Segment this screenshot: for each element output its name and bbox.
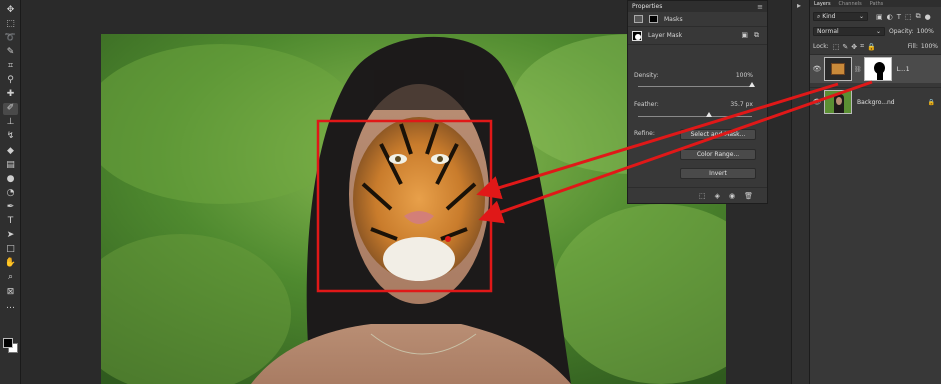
layers-panel: Layers Channels Paths ⌕ Kind ⌄ ▣ ◐ T ⬚ ⧉… <box>810 0 941 384</box>
density-label: Density: <box>634 72 659 79</box>
layers-tabs: Layers Channels Paths <box>810 0 941 7</box>
history-brush-icon[interactable]: ↯ <box>3 131 18 143</box>
fill-label: Fill: <box>907 43 918 50</box>
masks-label: Masks <box>664 15 683 23</box>
healing-brush-icon[interactable]: ✚ <box>3 89 18 101</box>
quick-select-tool-icon[interactable]: ✎ <box>3 46 18 58</box>
density-slider-knob[interactable] <box>749 82 755 87</box>
add-vector-mask-icon[interactable]: ⧉ <box>754 31 759 40</box>
move-tool-icon[interactable]: ✥ <box>3 4 18 16</box>
refine-label: Refine: <box>634 130 655 137</box>
select-pixel-mask-icon[interactable]: ▣ <box>741 31 748 40</box>
edit-toolbar-icon[interactable]: ⊠ <box>3 286 18 298</box>
color-range-button[interactable]: Color Range... <box>680 149 756 160</box>
opacity-value[interactable]: 100% <box>917 28 934 35</box>
lock-image-icon[interactable]: ✎ <box>842 43 848 51</box>
pen-tool-icon[interactable]: ✒ <box>3 201 18 213</box>
filter-shape-icon[interactable]: ⬚ <box>905 13 912 21</box>
feather-slider-track[interactable] <box>638 116 752 117</box>
panel-dock-strip: ▸ <box>791 0 810 384</box>
layer-mask-label: Layer Mask <box>648 32 683 39</box>
properties-panel: Properties ≡ Masks Layer Mask ▣ ⧉ Densit… <box>627 0 768 204</box>
gradient-tool-icon[interactable]: ▤ <box>3 159 18 171</box>
collapse-panels-icon[interactable]: ▸ <box>797 1 801 10</box>
zoom-tool-icon[interactable]: ⌕ <box>3 272 18 284</box>
layer-mask-thumbnail[interactable] <box>863 57 892 81</box>
apply-mask-icon[interactable]: ◈ <box>715 192 720 200</box>
lock-transparent-icon[interactable]: ⬚ <box>833 43 840 51</box>
chevron-down-icon: ⌄ <box>858 13 864 20</box>
tab-layers[interactable]: Layers <box>814 1 831 7</box>
properties-tabbar: Properties ≡ <box>628 1 767 12</box>
eraser-tool-icon[interactable]: ◆ <box>3 145 18 157</box>
properties-footer: ⬚ ◈ ◉ 🗑 <box>628 187 767 203</box>
layer-thumbnail-tiger <box>824 57 852 81</box>
layer-name[interactable]: L...1 <box>897 66 910 73</box>
photoshop-window: ✥ ⬚ ➰ ✎ ⌗ ⚲ ✚ ✐ ⊥ ↯ ◆ ▤ ● ◔ ✒ T ➤ □ ✋ ⌕ ⊠ … <box>0 0 941 384</box>
feather-slider-knob[interactable] <box>705 112 712 117</box>
dodge-tool-icon[interactable]: ◔ <box>3 187 18 199</box>
lock-row: Lock: ⬚ ✎ ✥ ⌗ 🔒 Fill: 100% <box>810 42 941 51</box>
lasso-tool-icon[interactable]: ➰ <box>3 32 18 44</box>
mask-link-icon[interactable]: ⛓ <box>854 66 862 73</box>
density-value[interactable]: 100% <box>736 72 753 79</box>
eyedropper-tool-icon[interactable]: ⚲ <box>3 75 18 87</box>
filter-row: ⌕ Kind ⌄ ▣ ◐ T ⬚ ⧉ ● <box>810 12 941 21</box>
filter-smart-icon[interactable]: ⧉ <box>916 12 921 21</box>
tab-paths[interactable]: Paths <box>870 1 884 7</box>
more-tools-icon[interactable]: … <box>3 300 18 312</box>
tab-channels[interactable]: Channels <box>839 1 862 7</box>
load-selection-icon[interactable]: ⬚ <box>699 192 706 200</box>
chevron-down-icon: ⌄ <box>875 28 881 35</box>
layer-name[interactable]: Backgro...nd <box>857 99 895 106</box>
visibility-eye-icon[interactable]: 👁 <box>810 65 824 73</box>
density-slider-track[interactable] <box>638 86 752 87</box>
foreground-color-swatch[interactable] <box>3 338 13 348</box>
layer-mask-row: Layer Mask ▣ ⧉ <box>628 27 767 45</box>
layer-thumbnail-background <box>824 90 852 114</box>
visibility-eye-icon[interactable]: 👁 <box>810 98 824 106</box>
vector-mask-icon[interactable] <box>649 15 658 23</box>
invert-button[interactable]: Invert <box>680 168 756 179</box>
brush-tool-icon[interactable]: ✐ <box>3 102 18 115</box>
masks-row: Masks <box>628 12 767 27</box>
lock-position-icon[interactable]: ✥ <box>851 43 857 51</box>
shape-tool-icon[interactable]: □ <box>3 244 18 256</box>
lock-artboard-icon[interactable]: ⌗ <box>860 42 864 51</box>
properties-title: Properties <box>632 3 663 10</box>
pixel-mask-icon[interactable] <box>634 15 643 23</box>
lock-label: Lock: <box>813 43 829 50</box>
clone-stamp-icon[interactable]: ⊥ <box>3 117 18 129</box>
blend-mode-select[interactable]: Normal ⌄ <box>813 27 885 36</box>
crop-tool-icon[interactable]: ⌗ <box>3 60 18 72</box>
blur-tool-icon[interactable]: ● <box>3 173 18 185</box>
tools-panel: ✥ ⬚ ➰ ✎ ⌗ ⚲ ✚ ✐ ⊥ ↯ ◆ ▤ ● ◔ ✒ T ➤ □ ✋ ⌕ ⊠ … <box>0 0 21 384</box>
layer-mask-thumbnail-icon[interactable] <box>632 30 642 41</box>
blend-mode-value: Normal <box>817 28 839 35</box>
fill-value[interactable]: 100% <box>921 43 938 50</box>
layer-row-tiger[interactable]: 👁 ⛓ L...1 <box>810 54 941 83</box>
kind-filter-select[interactable]: ⌕ Kind ⌄ <box>813 12 868 21</box>
layer-row-background[interactable]: 👁 Backgro...nd 🔒 <box>810 87 941 116</box>
lock-all-icon[interactable]: 🔒 <box>867 43 876 51</box>
opacity-label: Opacity: <box>889 28 914 35</box>
filter-type-icon[interactable]: T <box>897 13 901 21</box>
visibility-icon[interactable]: ◉ <box>729 192 735 200</box>
hand-tool-icon[interactable]: ✋ <box>3 258 18 270</box>
kind-filter-value: Kind <box>822 13 836 20</box>
path-select-icon[interactable]: ➤ <box>3 230 18 242</box>
filter-toggle-icon[interactable]: ● <box>925 13 931 21</box>
delete-mask-icon[interactable]: 🗑 <box>744 192 753 200</box>
feather-value[interactable]: 35.7 px <box>730 101 753 108</box>
filter-adjustment-icon[interactable]: ◐ <box>887 13 893 21</box>
panel-menu-icon[interactable]: ≡ <box>757 3 763 11</box>
filter-pixel-icon[interactable]: ▣ <box>876 13 883 21</box>
feather-label: Feather: <box>634 101 659 108</box>
layer-lock-icon: 🔒 <box>927 98 935 106</box>
type-tool-icon[interactable]: T <box>3 216 18 228</box>
select-and-mask-button[interactable]: Select and Mask... <box>680 129 756 140</box>
marquee-tool-icon[interactable]: ⬚ <box>3 18 18 30</box>
blend-row: Normal ⌄ Opacity: 100% <box>810 27 941 36</box>
